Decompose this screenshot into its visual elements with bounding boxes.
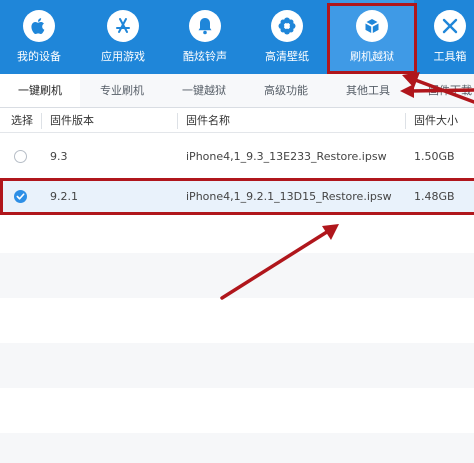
tab-advanced[interactable]: 高级功能 [246,74,326,107]
table-row-selected[interactable]: 9.2.1 iPhone4,1_9.2.1_13D15_Restore.ipsw… [0,178,474,215]
nav-item-my-device[interactable]: 我的设备 [0,0,78,74]
nav-item-label: 酷炫铃声 [183,50,227,63]
row-radio[interactable] [14,150,27,163]
empty-row [0,343,474,388]
nav-item-label: 工具箱 [433,50,467,63]
top-nav-bar: 我的设备 应用游戏 酷炫铃声 高清壁纸 刷机越狱 工具箱 [0,0,474,74]
box-icon [356,10,388,42]
table-header: 选择 固件版本 固件名称 固件大小 [0,109,474,133]
header-size: 固件大小 [414,114,458,127]
tab-one-click-jailbreak[interactable]: 一键越狱 [164,74,244,107]
tab-one-click-flash[interactable]: 一键刷机 [0,74,80,107]
flower-icon [271,10,303,42]
tab-firmware-download[interactable]: 固件下载 [410,74,474,107]
header-version: 固件版本 [50,114,94,127]
column-divider [405,113,406,129]
empty-row [0,253,474,298]
app-store-icon [107,10,139,42]
row-radio-checked[interactable] [14,190,27,203]
tab-other-tools[interactable]: 其他工具 [328,74,408,107]
row-name: iPhone4,1_9.2.1_13D15_Restore.ipsw [186,190,392,203]
header-select: 选择 [11,114,33,127]
row-size: 1.48GB [414,190,455,203]
header-name: 固件名称 [186,114,230,127]
row-version: 9.3 [50,150,68,163]
bell-icon [189,10,221,42]
tab-pro-flash[interactable]: 专业刷机 [82,74,162,107]
table-row[interactable]: 9.3 iPhone4,1_9.3_13E233_Restore.ipsw 1.… [0,134,474,179]
sub-tab-bar: 一键刷机 专业刷机 一键越狱 高级功能 其他工具 固件下载 [0,74,474,108]
nav-item-label: 我的设备 [17,50,61,63]
row-name: iPhone4,1_9.3_13E233_Restore.ipsw [186,150,387,163]
row-version: 9.2.1 [50,190,78,203]
nav-item-apps-games[interactable]: 应用游戏 [84,0,162,74]
apple-icon [23,10,55,42]
check-icon [16,193,25,200]
nav-item-label: 应用游戏 [101,50,145,63]
empty-row [0,298,474,343]
column-divider [177,113,178,129]
empty-row [0,388,474,433]
tools-icon [434,10,466,42]
nav-item-flash-jailbreak[interactable]: 刷机越狱 [330,0,414,74]
empty-row [0,433,474,463]
nav-item-label: 刷机越狱 [350,50,394,63]
row-size: 1.50GB [414,150,455,163]
column-divider [41,113,42,129]
nav-item-toolbox[interactable]: 工具箱 [420,0,474,74]
nav-item-wallpapers[interactable]: 高清壁纸 [248,0,326,74]
nav-item-ringtones[interactable]: 酷炫铃声 [166,0,244,74]
nav-item-label: 高清壁纸 [265,50,309,63]
